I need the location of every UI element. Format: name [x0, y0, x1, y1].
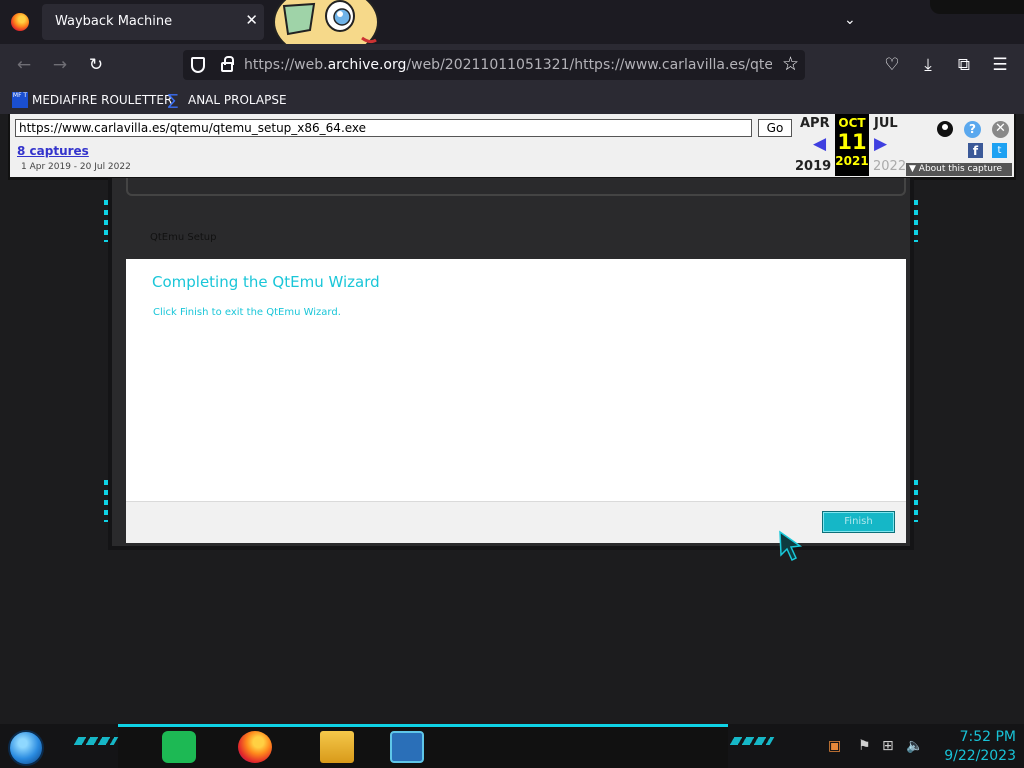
url-prefix: https://web.: [244, 57, 328, 73]
forward-arrow-icon[interactable]: →: [48, 53, 72, 77]
qtemu-setup-window: QtEmu Setup Completing the QtEmu Wizard …: [104, 178, 918, 550]
bookmark-label: ANAL PROLAPSE: [188, 93, 287, 107]
tracking-protection-shield-icon[interactable]: [191, 57, 205, 73]
finish-button[interactable]: Finish: [822, 511, 895, 533]
clock-date: 9/22/2023: [944, 748, 1016, 764]
url-path: /web/20211011051321/https://www.carlavil…: [406, 57, 772, 73]
prev-year-label[interactable]: 2019: [795, 159, 831, 174]
window-top-frame: [126, 178, 906, 196]
window-frame-corner: [930, 0, 1024, 14]
frame-accent: [104, 480, 108, 522]
frame-accent: [104, 200, 108, 242]
url-text[interactable]: https://web.archive.org/web/202110110513…: [244, 57, 772, 73]
url-domain: archive.org: [327, 57, 407, 73]
list-tabs-chevron-icon[interactable]: ⌄: [844, 12, 856, 28]
wizard-heading: Completing the QtEmu Wizard: [152, 273, 380, 291]
prev-month-label[interactable]: APR: [800, 116, 830, 131]
tab-title: Wayback Machine: [55, 14, 173, 29]
file-explorer-icon[interactable]: [320, 731, 354, 763]
firefox-taskbar-icon[interactable]: [238, 731, 272, 763]
help-icon[interactable]: ?: [964, 121, 981, 138]
taskbar-decoration: [729, 737, 775, 745]
current-month: OCT: [838, 116, 866, 130]
system-clock[interactable]: 7:52 PM 9/22/2023: [936, 728, 1016, 766]
taskbar-decoration: [73, 737, 119, 745]
current-year: 2021: [835, 154, 869, 168]
facebook-share-icon[interactable]: f: [968, 143, 983, 158]
reload-icon[interactable]: ↻: [84, 53, 108, 77]
frame-accent: [914, 480, 918, 522]
wayback-toolbar: https://www.carlavilla.es/qtemu/qtemu_se…: [8, 114, 1016, 180]
wayback-url-input[interactable]: https://www.carlavilla.es/qtemu/qtemu_se…: [15, 119, 752, 137]
mediafire-icon: MF T: [12, 92, 28, 108]
network-icon[interactable]: ⊞: [882, 738, 894, 754]
browser-tab-strip: Wayback Machine ✕ ⌄: [0, 0, 1024, 58]
twitter-share-icon[interactable]: t: [992, 143, 1007, 158]
prev-capture-arrow-icon[interactable]: ◀: [813, 134, 826, 154]
pocket-icon[interactable]: ♡: [880, 53, 904, 77]
clock-time: 7:52 PM: [959, 729, 1016, 745]
wayback-go-button[interactable]: Go: [758, 119, 792, 137]
padlock-icon[interactable]: [221, 56, 234, 72]
back-arrow-icon[interactable]: ←: [12, 53, 36, 77]
about-this-capture-button[interactable]: ▼ About this capture: [906, 163, 1012, 176]
start-button-icon[interactable]: [8, 730, 44, 766]
hamburger-menu-icon[interactable]: ☰: [988, 53, 1012, 77]
current-day: 11: [837, 130, 867, 154]
downloads-icon[interactable]: ⤓: [916, 53, 940, 77]
tray-app-icon[interactable]: ▣: [828, 738, 841, 754]
current-capture-date: OCT 11 2021: [835, 114, 869, 176]
next-month-label[interactable]: JUL: [874, 116, 898, 131]
about-label: About this capture: [918, 164, 1002, 174]
screen: Wayback Machine ✕ ⌄ ← → ↻ https://web.ar…: [0, 0, 1024, 768]
url-bar[interactable]: https://web.archive.org/web/202110110513…: [183, 50, 805, 80]
next-year-label[interactable]: 2022: [873, 159, 906, 174]
mouse-cursor-icon: [779, 530, 803, 562]
window-title: QtEmu Setup: [150, 232, 217, 243]
bookmarks-toolbar: MF T MEDIAFIRE ROULETTER ∑ ANAL PROLAPSE: [0, 86, 1024, 114]
volume-icon[interactable]: 🔈: [906, 738, 923, 754]
firefox-icon[interactable]: [11, 13, 29, 31]
action-center-flag-icon[interactable]: ⚑: [858, 738, 871, 754]
disc-burner-icon[interactable]: [390, 731, 424, 763]
bookmark-label: MEDIAFIRE ROULETTER: [32, 93, 173, 107]
browser-tab[interactable]: Wayback Machine ✕: [42, 4, 264, 40]
wizard-message: Click Finish to exit the QtEmu Wizard.: [153, 307, 341, 318]
captures-date-range: 1 Apr 2019 - 20 Jul 2022: [21, 162, 131, 172]
bookmark-anal-prolapse[interactable]: ∑ ANAL PROLAPSE: [168, 91, 287, 109]
captures-link[interactable]: 8 captures: [17, 144, 89, 158]
wizard-page: Completing the QtEmu Wizard Click Finish…: [126, 259, 906, 543]
tab-close-icon[interactable]: ✕: [245, 11, 258, 29]
sigma-icon: ∑: [168, 91, 179, 109]
extensions-icon[interactable]: ⧉: [952, 53, 976, 77]
notes-app-icon[interactable]: [162, 731, 196, 763]
next-capture-arrow-icon[interactable]: ▶: [874, 134, 887, 154]
browser-navbar: ← → ↻ https://web.archive.org/web/202110…: [0, 44, 1024, 86]
user-account-icon[interactable]: [937, 121, 953, 137]
frame-accent: [914, 200, 918, 242]
bookmark-mediafire-rouletter[interactable]: MF T MEDIAFIRE ROULETTER: [12, 91, 172, 109]
bookmark-star-icon[interactable]: ☆: [782, 53, 799, 75]
close-toolbar-icon[interactable]: ✕: [992, 121, 1009, 138]
